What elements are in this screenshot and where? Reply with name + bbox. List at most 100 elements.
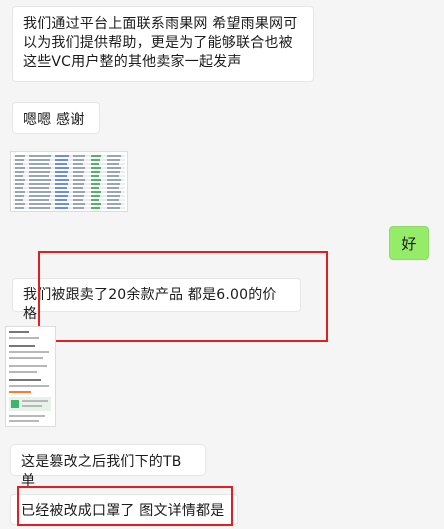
message-bubble-incoming[interactable]: 嗯嗯 感谢 — [12, 102, 100, 134]
sheet-cell — [55, 171, 68, 173]
sheet-cell — [91, 179, 101, 181]
sheet-cell — [73, 167, 85, 169]
sheet-cell — [15, 179, 25, 181]
sheet-cell — [73, 199, 83, 201]
sheet-cell — [29, 199, 49, 201]
sheet-cell — [107, 179, 121, 181]
sheet-cell — [29, 159, 50, 161]
sheet-cell — [29, 187, 49, 189]
sheet-cell — [73, 203, 85, 205]
phone-mark — [11, 400, 19, 408]
phone-mark — [22, 400, 48, 402]
sheet-cell — [107, 163, 119, 165]
phone-mark — [9, 379, 41, 381]
sheet-cell — [55, 155, 69, 157]
image-message-spreadsheet[interactable] — [10, 151, 128, 212]
spreadsheet-thumbnail — [11, 152, 127, 211]
phone-mark — [9, 420, 39, 422]
sheet-cell — [91, 203, 101, 205]
sheet-cell — [107, 159, 120, 161]
sheet-cell — [29, 163, 49, 165]
sheet-cell — [107, 155, 121, 157]
phone-mark — [9, 391, 31, 393]
phone-screenshot-thumbnail — [6, 327, 55, 426]
phone-mark — [9, 351, 49, 353]
sheet-cell — [107, 187, 119, 189]
sheet-cell — [15, 159, 24, 161]
message-bubble-incoming[interactable]: 这是篡改之后我们下的TB单 — [10, 444, 206, 489]
sheet-cell — [107, 167, 121, 169]
sheet-cell — [55, 179, 69, 181]
sheet-cell — [91, 195, 100, 197]
sheet-cell — [91, 207, 100, 209]
sheet-cell — [15, 195, 24, 197]
phone-mark — [9, 385, 49, 387]
sheet-cell — [73, 183, 84, 185]
sheet-cell — [73, 163, 83, 165]
sheet-cell — [107, 191, 121, 193]
sheet-cell — [55, 191, 69, 193]
sheet-cell — [29, 167, 51, 169]
sheet-cell — [29, 183, 50, 185]
sheet-cell — [55, 195, 68, 197]
phone-mark — [9, 331, 29, 333]
sheet-cell — [73, 159, 84, 161]
phone-mark — [9, 371, 37, 373]
message-bubble-incoming[interactable]: 已经被改成口罩了 图文详情都是 — [10, 494, 238, 525]
sheet-cell — [15, 187, 23, 189]
sheet-cell — [91, 199, 99, 201]
sheet-cell — [91, 167, 101, 169]
sheet-cell — [15, 163, 23, 165]
sheet-cell — [55, 167, 69, 169]
sheet-cell — [15, 167, 25, 169]
sheet-cell — [15, 207, 24, 209]
sheet-cell — [15, 203, 25, 205]
sheet-cell — [73, 191, 85, 193]
message-bubble-incoming[interactable]: 我们通过平台上面联系雨果网 希望雨果网可 以为我们提供帮助，更是为了能够联合也被… — [12, 6, 314, 82]
sheet-cell — [55, 203, 69, 205]
sheet-cell — [55, 163, 67, 165]
sheet-cell — [91, 163, 99, 165]
sheet-cell — [73, 179, 85, 181]
sheet-cell — [55, 199, 67, 201]
sheet-cell — [73, 207, 84, 209]
sheet-cell — [91, 159, 100, 161]
phone-mark — [9, 365, 47, 367]
sheet-cell — [107, 183, 120, 185]
sheet-cell — [91, 191, 101, 193]
sheet-cell — [73, 175, 83, 177]
phone-mark — [22, 405, 42, 407]
sheet-cell — [107, 175, 119, 177]
sheet-cell — [91, 175, 99, 177]
sheet-cell — [73, 155, 85, 157]
sheet-cell — [29, 155, 51, 157]
sheet-cell — [107, 207, 120, 209]
sheet-cell — [55, 183, 68, 185]
message-bubble-outgoing[interactable]: 好 — [389, 226, 429, 260]
phone-mark — [9, 345, 35, 347]
sheet-cell — [29, 191, 51, 193]
sheet-cell — [55, 159, 68, 161]
sheet-cell — [55, 175, 67, 177]
sheet-cell — [15, 171, 24, 173]
sheet-cell — [107, 195, 120, 197]
sheet-cell — [15, 183, 24, 185]
message-bubble-incoming[interactable]: 我们被跟卖了20余款产品 都是6.00的价格 — [12, 278, 301, 322]
sheet-cell — [15, 155, 25, 157]
sheet-cell — [107, 199, 119, 201]
sheet-cell — [29, 195, 50, 197]
sheet-cell — [29, 175, 49, 177]
sheet-cell — [29, 207, 50, 209]
sheet-cell — [15, 199, 23, 201]
phone-mark — [9, 415, 45, 417]
sheet-cell — [15, 191, 25, 193]
sheet-cell — [73, 171, 84, 173]
sheet-cell — [55, 207, 68, 209]
sheet-cell — [73, 195, 84, 197]
sheet-cell — [91, 183, 100, 185]
sheet-cell — [73, 187, 83, 189]
sheet-cell — [107, 171, 120, 173]
sheet-cell — [91, 187, 99, 189]
sheet-cell — [15, 175, 23, 177]
image-message-phone-screenshot[interactable] — [5, 326, 56, 427]
